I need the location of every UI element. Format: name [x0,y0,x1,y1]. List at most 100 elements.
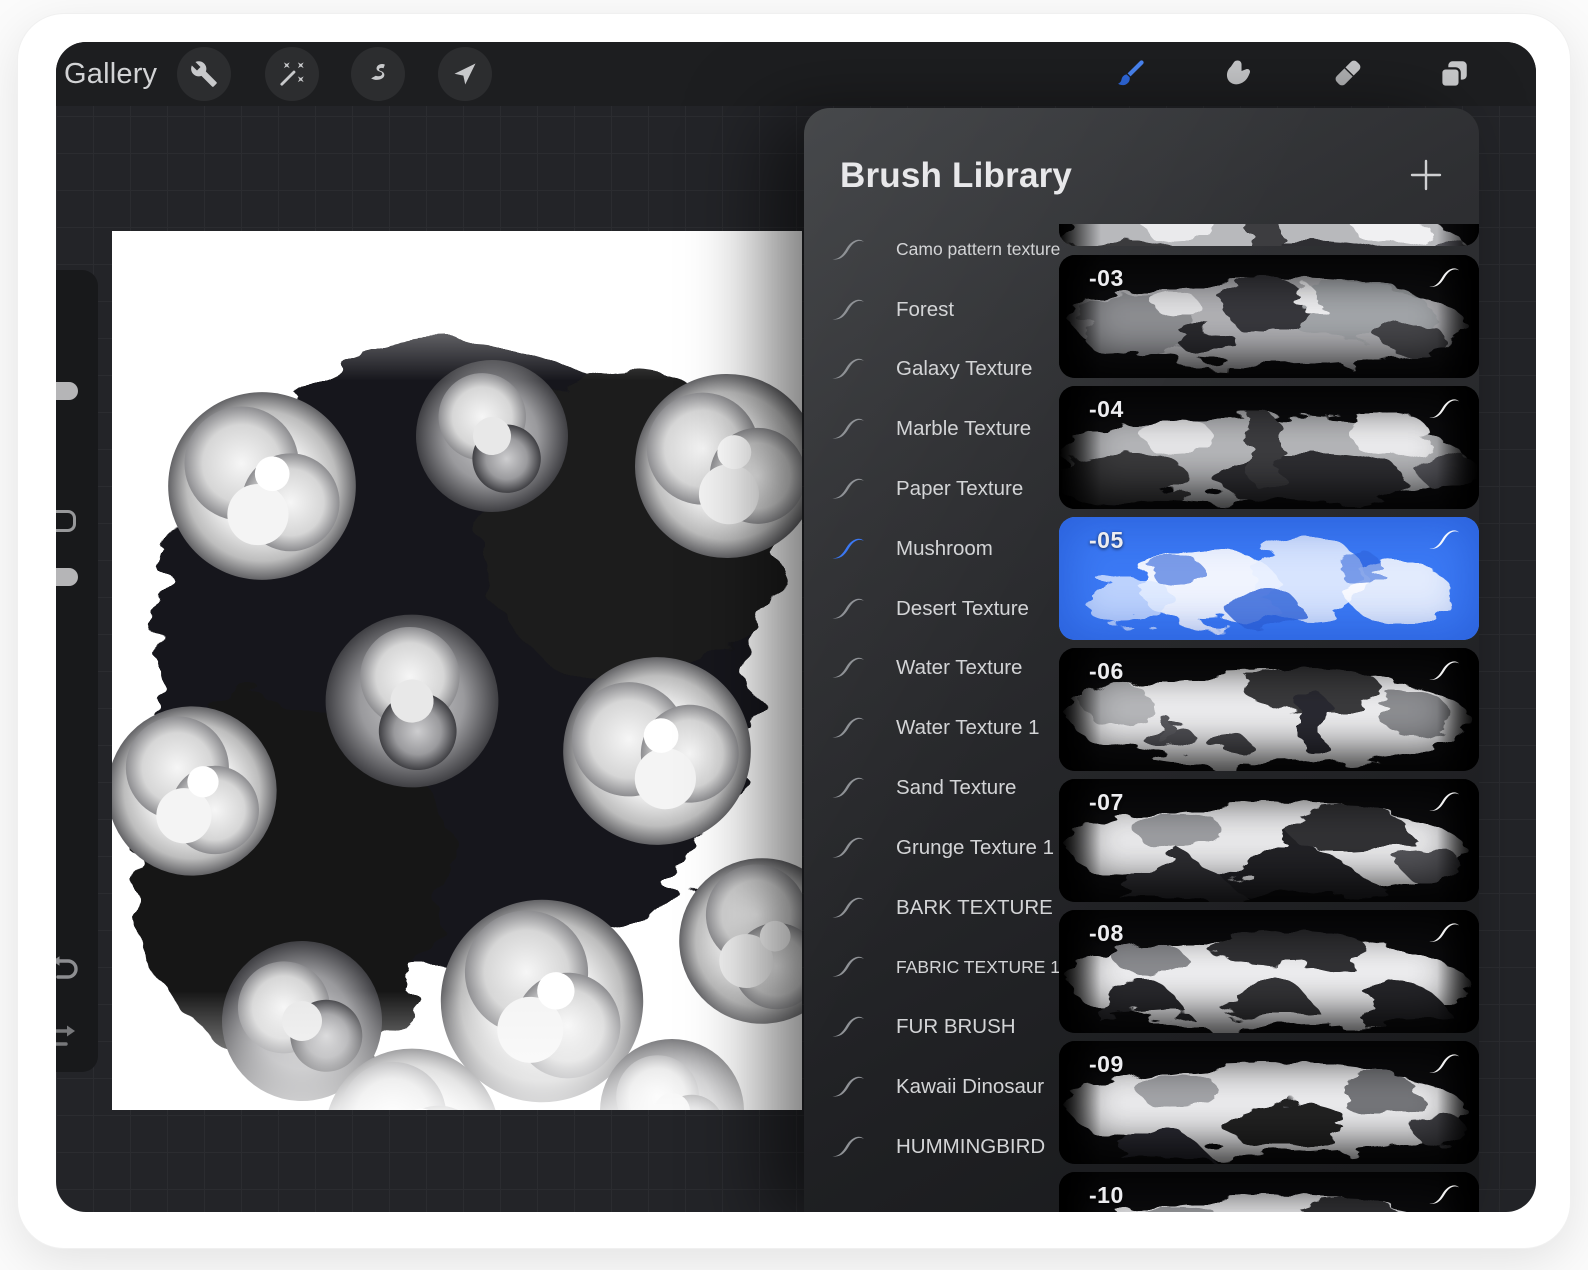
brush-set-label: Kawaii Dinosaur [896,1075,1045,1099]
brush-label: -08 [1089,920,1124,946]
brush-signature-icon [1428,923,1460,942]
brush-preview--10[interactable]: -10 [1059,1172,1479,1212]
brush-label: -06 [1089,658,1124,684]
brush-set-label: FABRIC TEXTURE 1 [896,956,1061,977]
brush-stroke-icon [832,359,864,379]
brush-stroke-icon [832,957,864,977]
sidebar [56,270,98,1072]
layers-button[interactable] [1427,47,1481,101]
smudge-finger-icon [1226,60,1251,85]
brush-signature-icon [1428,268,1460,287]
brush-set-label: Water Texture 1 [896,716,1040,740]
brush-signature-icon [1428,661,1460,680]
brush-set-marble-texture[interactable]: Marble Texture [804,399,1062,459]
brush-preview--09[interactable]: -09 [1059,1041,1479,1164]
brush-set-forest[interactable]: Forest [804,280,1062,340]
drawing-canvas[interactable] [112,231,802,1110]
brush-preview--04[interactable]: -04 [1059,386,1479,509]
panel-title: Brush Library [840,156,1073,195]
brush-set-label: Forest [896,297,955,321]
brush-stroke-icon [832,419,864,439]
brush-set-sand-texture[interactable]: Sand Texture [804,758,1062,818]
brush-set-label: FUR BRUSH [896,1015,1016,1039]
selection-ribbon-icon [371,64,385,80]
brush-stroke-icon [832,478,864,499]
brush-set-fur-brush[interactable]: FUR BRUSH [804,997,1062,1057]
brush-set-label: BARK TEXTURE [896,895,1053,919]
brush-label: -05 [1089,527,1124,553]
brush-preview-partial[interactable] [1059,224,1479,246]
add-brush-button[interactable] [1403,152,1449,198]
brush-set-label: Galaxy Texture [896,357,1033,381]
brush-set-label: Sand Texture [896,776,1017,800]
brush-set-paper-texture[interactable]: Paper Texture [804,459,1062,519]
brush-set-label: Camo pattern texture [896,239,1061,260]
actions-button[interactable] [177,47,231,101]
brush-library-panel: Brush Library Camo pattern texture Fores… [804,108,1479,1212]
brush-stroke-icon [832,598,864,619]
brush-stroke-icon [832,239,864,260]
brush-signature-icon [1428,1054,1460,1073]
redo-icon[interactable] [56,1022,82,1052]
brush-signature-icon [1428,530,1460,549]
brush-label: -03 [1089,265,1124,291]
brush-set-galaxy-texture[interactable]: Galaxy Texture [804,340,1062,400]
plus-icon [1410,159,1442,191]
app-background: Gallery Brush Library Camo pattern textu… [56,42,1536,1212]
transform-arrow-icon [454,63,476,85]
undo-icon[interactable] [56,954,82,984]
brush-preview--07[interactable]: -07 [1059,779,1479,902]
brush-stroke-icon [832,1136,864,1157]
opacity-slider[interactable] [56,568,78,586]
adjustments-button[interactable] [265,47,319,101]
brush-set-label: Marble Texture [896,417,1032,441]
brush-preview--03[interactable]: -03 [1059,255,1479,378]
brush-set-water-texture-1[interactable]: Water Texture 1 [804,698,1062,758]
brush-set-camo[interactable]: Camo pattern texture [804,220,1062,280]
brush-set-mushroom[interactable]: Mushroom [804,519,1062,579]
brush-label: -04 [1089,396,1124,422]
brush-set-label: Grunge Texture 1 [896,835,1055,859]
gallery-button[interactable]: Gallery [64,42,157,106]
brush-preview--05-selected[interactable]: -05 [1059,517,1479,640]
top-toolbar: Gallery [56,42,1536,106]
brush-set-bark-texture[interactable]: BARK TEXTURE [804,878,1062,938]
brush-stroke-icon [832,299,864,320]
brush-signature-icon [1428,1185,1460,1204]
brush-preview--08[interactable]: -08 [1059,910,1479,1033]
brush-set-label: Mushroom [896,536,993,560]
brush-set-label: HUMMINGBIRD [896,1134,1046,1158]
magic-wand-icon [280,62,304,86]
device-frame: Gallery Brush Library Camo pattern textu… [18,14,1570,1248]
brush-set-fabric-texture-1[interactable]: FABRIC TEXTURE 1 [804,938,1062,998]
brush-set-hummingbird[interactable]: HUMMINGBIRD [804,1117,1062,1177]
brush-stroke-icon [832,718,864,738]
transform-button[interactable] [438,47,492,101]
canvas-artwork [112,231,802,1110]
brush-set-list: Camo pattern texture Forest Galaxy Textu… [804,220,1062,1177]
eraser-icon [1335,60,1361,86]
paintbrush-icon [1118,60,1144,86]
brush-stroke-icon [832,777,864,798]
brush-set-water-texture[interactable]: Water Texture [804,639,1062,699]
paint-tool-button[interactable] [1103,47,1157,101]
erase-tool-button[interactable] [1320,47,1374,101]
brush-stroke-icon [832,538,864,559]
brush-signature-icon [1428,792,1460,811]
brush-stroke-icon [832,837,864,858]
selection-button[interactable] [351,47,405,101]
modify-button[interactable] [56,510,76,532]
brush-label: -10 [1089,1182,1124,1208]
brush-label: -07 [1089,789,1124,815]
layers-icon [1440,61,1467,88]
brush-set-kawaii-dinosaur[interactable]: Kawaii Dinosaur [804,1057,1062,1117]
brush-set-grunge-texture-1[interactable]: Grunge Texture 1 [804,818,1062,878]
brush-signature-icon [1428,399,1460,418]
brush-preview--06[interactable]: -06 [1059,648,1479,771]
brush-set-desert-texture[interactable]: Desert Texture [804,579,1062,639]
smudge-tool-button[interactable] [1210,47,1264,101]
brush-stroke-icon [832,658,864,678]
brush-size-slider[interactable] [56,382,78,400]
brush-stroke-icon [832,1017,864,1037]
brush-set-label: Desert Texture [896,596,1029,620]
